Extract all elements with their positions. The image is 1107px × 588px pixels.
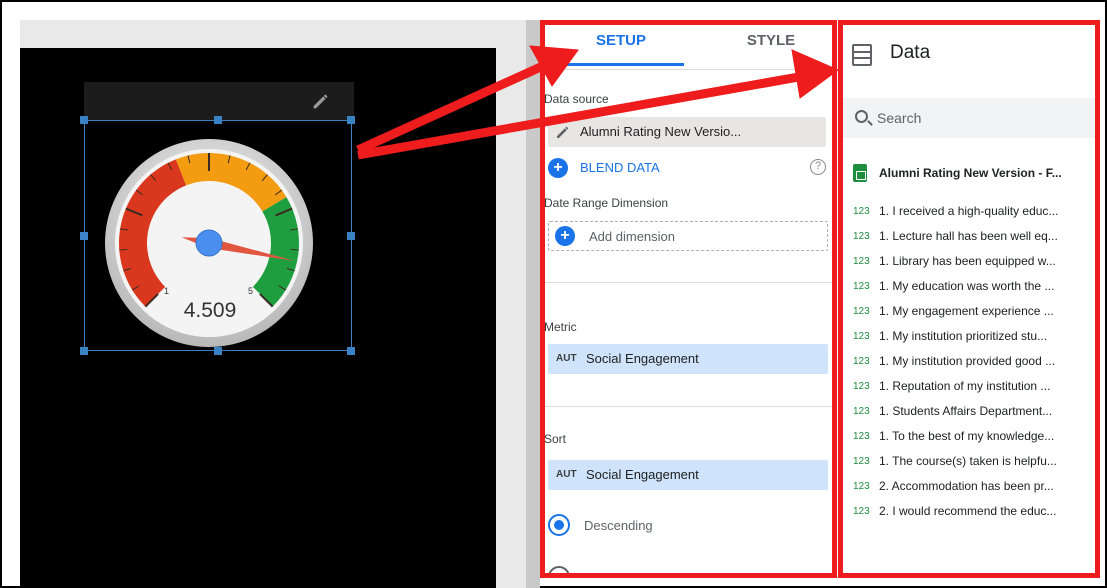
date-range-label: Date Range Dimension [544,196,669,210]
field-list: 123 1. I received a high-quality educ... 1… [843,201,1098,526]
field-list-item[interactable]: 123 1. The course(s) taken is helpfu... [843,451,1098,476]
field-list-item[interactable]: 123 1. Reputation of my institution ... [843,376,1098,401]
section-divider [540,282,837,283]
field-list-item[interactable]: 123 1. Lecture hall has been well eq... [843,226,1098,251]
field-name: 1. My institution provided good ... [879,354,1056,368]
resize-handle[interactable] [347,347,355,355]
data-source-row[interactable]: Alumni Rating New Version - F... [843,162,1098,188]
number-type-icon: 123 [853,456,870,467]
plus-icon: + [548,158,568,178]
field-name: 1. Students Affairs Department... [879,404,1053,418]
add-dimension-label: Add dimension [589,229,675,244]
plus-icon: + [555,226,575,246]
edit-pencil-icon[interactable] [554,123,572,141]
number-type-icon: 123 [853,256,870,267]
sort-chip[interactable]: AUT Social Engagement [548,460,828,490]
data-source-name: Alumni Rating New Version - F... [879,166,1062,180]
data-panel: Data Search Alumni Rating New Version - … [838,20,1098,576]
gauge-min-label: 1 [164,286,169,296]
google-sheets-icon [853,164,867,182]
number-type-icon: 123 [853,281,870,292]
field-name: 1. The course(s) taken is helpfu... [879,454,1057,468]
number-type-icon: 123 [853,406,870,417]
search-icon [855,110,868,123]
resize-handle[interactable] [214,116,222,124]
tabs-divider [540,69,837,70]
blend-data-label: BLEND DATA [580,160,660,175]
gauge-tick [119,248,128,251]
add-dimension-button[interactable]: + Add dimension [548,221,828,251]
field-list-item[interactable]: 123 2. Accommodation has been pr... [843,476,1098,501]
metric-chip[interactable]: AUT Social Engagement [548,344,828,374]
sort-label: Sort [544,432,567,446]
number-type-icon: 123 [853,481,870,492]
field-name: 1. Reputation of my institution ... [879,379,1051,393]
number-type-icon: 123 [853,231,870,242]
field-list-item[interactable]: 123 1. My institution provided good ... [843,351,1098,376]
field-name: 1. I received a high-quality educ... [879,204,1059,218]
field-name: 1. My education was worth the ... [879,279,1055,293]
field-list-item[interactable]: 123 1. My institution prioritized stu... [843,326,1098,351]
sort-field-name: Social Engagement [586,467,699,482]
ascending-radio[interactable] [548,566,570,576]
field-name: 1. Library has been equipped w... [879,254,1056,268]
table-icon [852,44,872,66]
field-list-item[interactable]: 123 1. Students Affairs Department... [843,401,1098,426]
search-placeholder: Search [877,110,922,126]
data-source-label: Data source [544,92,609,106]
tab-style[interactable]: STYLE [708,32,834,66]
sort-type-badge: AUT [556,469,577,480]
metric-label: Metric [544,320,577,334]
tab-setup[interactable]: SETUP [558,32,684,66]
resize-handle[interactable] [347,232,355,240]
field-name: 1. Lecture hall has been well eq... [879,229,1058,243]
gauge-tick [290,248,299,251]
data-source-name: Alumni Rating New Versio... [580,124,742,139]
field-name: 1. My engagement experience ... [879,304,1054,318]
field-name: 1. My institution prioritized stu... [879,329,1048,343]
number-type-icon: 123 [853,381,870,392]
gauge-value: 4.509 [183,299,237,322]
help-icon[interactable]: ? [810,159,826,175]
field-name: 2. Accommodation has been pr... [879,479,1054,493]
resize-handle[interactable] [347,116,355,124]
setup-panel: SETUP STYLE Data source Alumni Rating Ne… [540,20,837,576]
gauge-max-label: 5 [248,286,253,296]
metric-type-badge: AUT [556,353,577,364]
gauge-hub [195,229,223,257]
search-input[interactable]: Search [843,98,1098,138]
field-list-item[interactable]: 123 1. My education was worth the ... [843,276,1098,301]
descending-label: Descending [584,518,653,533]
number-type-icon: 123 [853,206,870,217]
field-list-item[interactable]: 123 1. My engagement experience ... [843,301,1098,326]
panel-divider[interactable] [526,20,540,588]
field-list-item[interactable]: 123 2. I would recommend the educ... [843,501,1098,526]
number-type-icon: 123 [853,306,870,317]
field-name: 1. To the best of my knowledge... [879,429,1055,443]
resize-handle[interactable] [80,347,88,355]
field-list-item[interactable]: 123 1. Library has been equipped w... [843,251,1098,276]
number-type-icon: 123 [853,331,870,342]
edit-pencil-icon[interactable] [310,90,332,112]
field-name: 2. I would recommend the educ... [879,504,1057,518]
number-type-icon: 123 [853,506,870,517]
field-list-item[interactable]: 123 1. To the best of my knowledge... [843,426,1098,451]
resize-handle[interactable] [214,347,222,355]
blend-data-button[interactable]: + BLEND DATA ? [548,156,828,182]
number-type-icon: 123 [853,431,870,442]
resize-handle[interactable] [80,116,88,124]
field-list-item[interactable]: 123 1. I received a high-quality educ... [843,201,1098,226]
section-divider [540,406,837,407]
metric-name: Social Engagement [586,351,699,366]
descending-radio[interactable] [548,514,570,536]
resize-handle[interactable] [80,232,88,240]
number-type-icon: 123 [853,356,870,367]
data-panel-title: Data [890,42,931,63]
